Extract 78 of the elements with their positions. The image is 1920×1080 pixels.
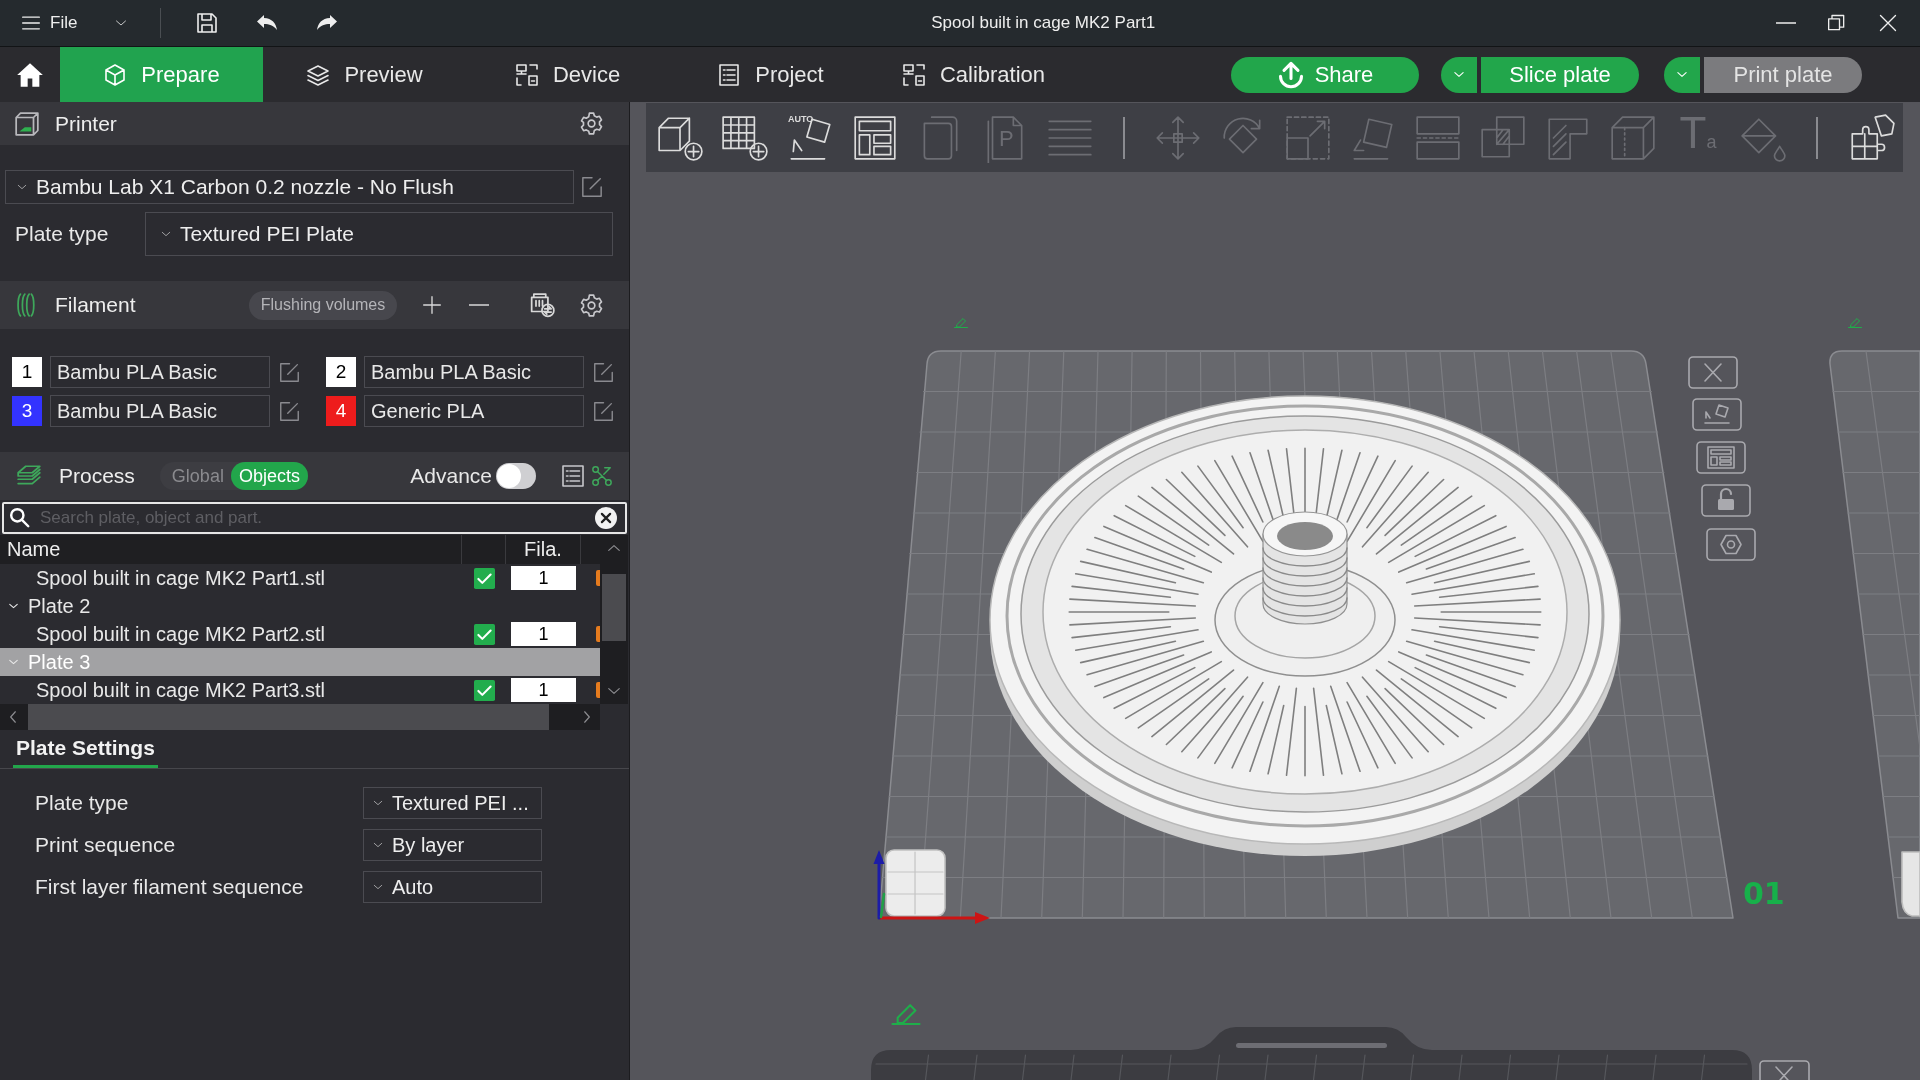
tab[interactable]: Project xyxy=(669,47,872,102)
restore-icon[interactable] xyxy=(1827,13,1847,33)
marker-icon xyxy=(596,626,600,642)
file-menu-button[interactable]: File xyxy=(19,13,78,33)
dropdown[interactable]: Textured PEI ... xyxy=(363,787,542,819)
scrollbar-thumb[interactable] xyxy=(602,574,626,641)
tree-row[interactable]: Plate 2 xyxy=(0,592,600,620)
list-icon xyxy=(717,62,742,87)
filament-number[interactable]: 1 xyxy=(12,357,42,387)
dropdown[interactable]: By layer xyxy=(363,829,542,861)
printer-icon xyxy=(14,110,40,137)
axes-icon xyxy=(873,850,990,924)
field-label: Print sequence xyxy=(35,833,177,857)
settings-icon[interactable] xyxy=(579,111,604,136)
upload-icon xyxy=(1276,60,1305,89)
column-header: Name xyxy=(7,538,61,561)
plate-number: 01 xyxy=(1743,876,1785,912)
model-block xyxy=(885,849,946,917)
list-icon[interactable] xyxy=(560,464,586,488)
tree-row[interactable]: Spool built in cage MK2 Part2.stl 1 xyxy=(0,620,600,648)
sync-icon[interactable] xyxy=(529,292,556,318)
marker-icon xyxy=(596,682,600,698)
filament-name-field[interactable]: Bambu PLA Basic xyxy=(50,395,270,427)
filament-number[interactable]: 4 xyxy=(326,396,356,426)
checkbox[interactable] xyxy=(473,567,495,589)
field-label: First layer filament sequence xyxy=(35,875,305,899)
tree-row[interactable]: Spool built in cage MK2 Part1.stl 1 xyxy=(0,564,600,592)
filament-number[interactable]: 2 xyxy=(326,357,356,387)
filament-number[interactable]: 3 xyxy=(12,396,42,426)
nodes-icon[interactable] xyxy=(591,465,613,487)
diagram-icon xyxy=(901,62,926,87)
flushing-volumes-button[interactable]: Flushing volumes xyxy=(249,290,397,320)
edit-icon[interactable] xyxy=(593,400,614,422)
settings-icon[interactable] xyxy=(579,292,604,318)
vertical-scrollbar[interactable] xyxy=(600,535,628,704)
field-label: Plate type xyxy=(35,791,130,815)
checkbox[interactable] xyxy=(473,679,495,701)
tree-row[interactable]: Spool built in cage MK2 Part3.stl 1 xyxy=(0,676,600,704)
field-label: Plate type xyxy=(14,222,110,246)
tab[interactable]: Calibration xyxy=(872,47,1075,102)
chevron-down-icon[interactable] xyxy=(6,601,21,611)
edit-icon[interactable] xyxy=(581,176,603,198)
dropdown-button[interactable] xyxy=(1664,56,1700,93)
toggle-switch[interactable] xyxy=(496,463,536,489)
settings-icon[interactable] xyxy=(1706,528,1756,561)
filament-name-field[interactable]: Bambu PLA Basic xyxy=(50,356,270,388)
search-icon xyxy=(9,507,30,528)
edit-icon[interactable] xyxy=(279,361,300,383)
dropdown[interactable]: Auto xyxy=(363,871,542,903)
lock-icon[interactable] xyxy=(1701,484,1751,517)
edit-icon[interactable] xyxy=(593,361,614,383)
filament-field[interactable]: 1 xyxy=(511,622,576,646)
cube-icon xyxy=(103,62,128,87)
section-title: Process xyxy=(59,464,135,488)
filament-name-field[interactable]: Bambu PLA Basic xyxy=(364,356,584,388)
section-title: Printer xyxy=(55,111,117,136)
checkbox[interactable] xyxy=(473,623,495,645)
edit-icon[interactable] xyxy=(279,400,300,422)
diagram-icon xyxy=(514,62,539,87)
window-title: Spool built in cage MK2 Part1 xyxy=(930,13,1157,33)
section-title: Filament xyxy=(55,293,136,317)
dropdown-button[interactable] xyxy=(1441,56,1477,93)
tab[interactable]: Device xyxy=(466,47,669,102)
clear-icon[interactable] xyxy=(595,507,617,529)
toggle-label: Advance xyxy=(410,464,492,488)
printer-dropdown[interactable]: Bambu Lab X1 Carbon 0.2 nozzle - No Flush xyxy=(5,170,574,204)
column-header: Fila. xyxy=(524,538,562,561)
layers-icon xyxy=(306,62,331,87)
plate-type-dropdown[interactable]: Textured PEI Plate xyxy=(145,212,613,256)
filament-name-field[interactable]: Generic PLA xyxy=(364,395,584,427)
tab[interactable]: Plate Settings xyxy=(13,730,158,768)
marker-icon xyxy=(596,570,600,586)
model-block xyxy=(1901,851,1920,917)
filament-field[interactable]: 1 xyxy=(511,566,576,590)
filament-field[interactable]: 1 xyxy=(511,678,576,702)
plus-icon[interactable] xyxy=(422,295,442,315)
tab[interactable]: Preview xyxy=(263,47,466,102)
orient-icon[interactable] xyxy=(1692,398,1742,431)
